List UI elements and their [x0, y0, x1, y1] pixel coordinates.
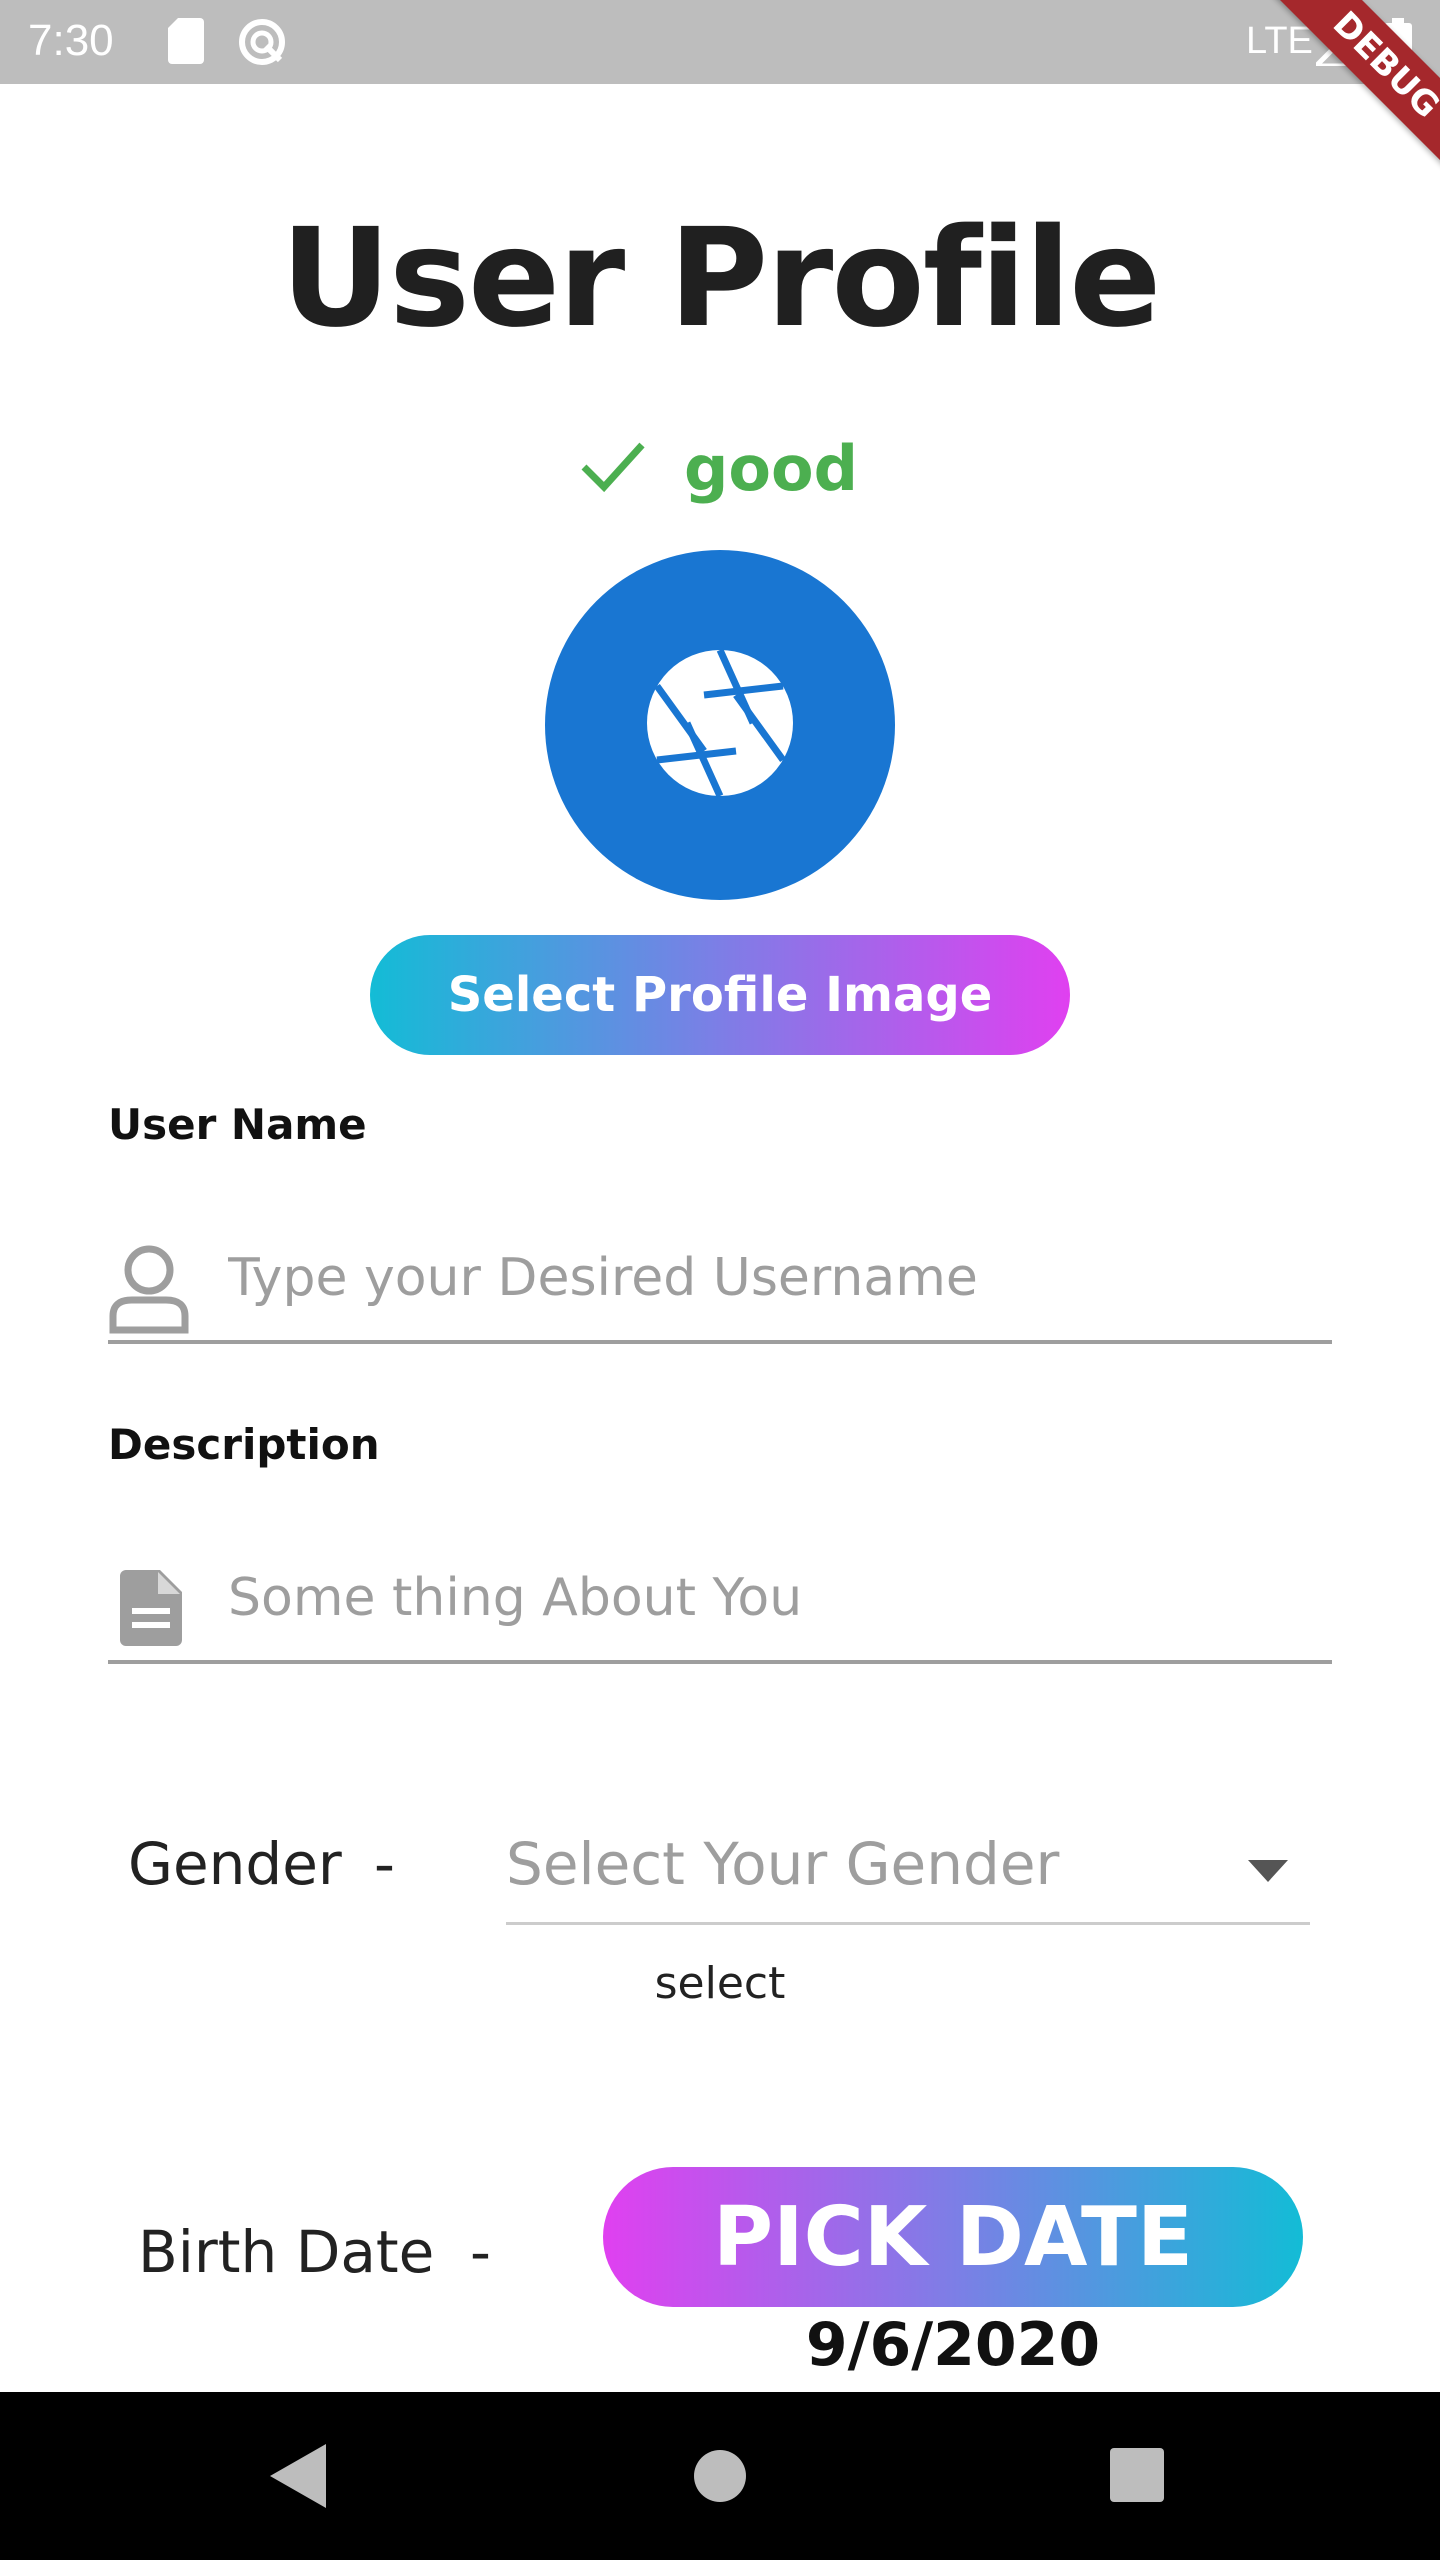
status-time: 7:30 [28, 16, 114, 65]
sd-card-icon [168, 18, 204, 68]
selected-birth-date: 9/6/2020 [805, 2310, 1101, 2380]
camera-shutter-icon [645, 648, 795, 802]
birth-date-label: Birth Date [138, 2218, 435, 2286]
dropdown-caret-icon [1248, 1860, 1288, 1886]
back-icon[interactable] [270, 2444, 326, 2512]
sync-icon [236, 16, 288, 72]
description-field[interactable] [108, 1520, 1332, 1664]
gender-label: Gender [128, 1830, 342, 1898]
document-icon [120, 1570, 182, 1650]
navigation-bar [0, 2392, 1440, 2560]
validation-status: good [580, 428, 858, 508]
network-type: LTE [1246, 20, 1313, 62]
home-icon[interactable] [694, 2450, 746, 2506]
username-field[interactable] [108, 1200, 1332, 1344]
birth-date-dash: - [470, 2218, 491, 2286]
gender-helper-text: select [654, 1958, 786, 2009]
status-bar: 7:30 LTE [0, 0, 1440, 84]
gender-dropdown[interactable]: Select Your Gender [506, 1820, 1310, 1925]
page-title: User Profile [280, 200, 1162, 358]
username-input[interactable] [228, 1238, 1308, 1318]
select-profile-image-button[interactable]: Select Profile Image [370, 935, 1070, 1055]
username-label: User Name [108, 1100, 367, 1149]
gender-dropdown-placeholder: Select Your Gender [506, 1830, 1060, 1898]
person-icon [108, 1244, 190, 1338]
recents-icon[interactable] [1110, 2448, 1164, 2506]
description-input[interactable] [228, 1558, 1308, 1638]
profile-avatar[interactable] [545, 550, 895, 900]
description-label: Description [108, 1420, 380, 1469]
gender-dash: - [374, 1830, 395, 1898]
check-icon [580, 439, 646, 497]
pick-date-button[interactable]: PICK DATE [603, 2167, 1303, 2307]
validation-status-text: good [684, 431, 858, 505]
